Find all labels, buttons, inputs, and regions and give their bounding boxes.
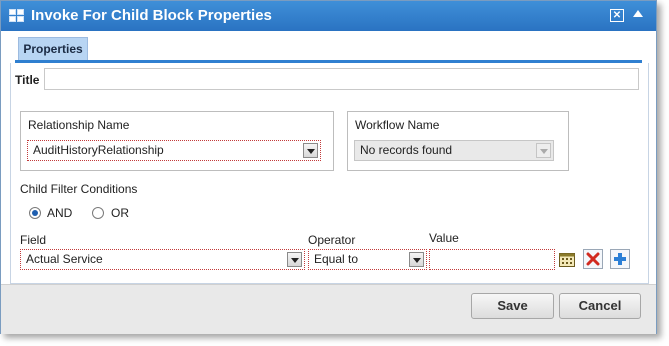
or-label[interactable]: OR — [111, 206, 129, 220]
calendar-icon[interactable] — [558, 250, 578, 270]
title-input[interactable] — [44, 68, 639, 90]
dialog-titlebar[interactable]: Invoke For Child Block Properties ✕ — [1, 1, 656, 31]
add-condition-icon[interactable] — [610, 249, 630, 269]
field-select[interactable]: Actual Service — [20, 249, 305, 270]
value-input[interactable] — [429, 249, 555, 270]
tab-bar: Properties — [15, 37, 642, 63]
field-label: Field — [20, 233, 47, 247]
relationship-group: Relationship Name AuditHistoryRelationsh… — [20, 111, 334, 171]
relationship-select[interactable]: AuditHistoryRelationship — [27, 140, 321, 161]
cancel-button[interactable]: Cancel — [559, 293, 641, 319]
workflow-group: Workflow Name No records found — [347, 111, 569, 171]
grid-icon — [9, 9, 25, 23]
workflow-select[interactable]: No records found — [354, 140, 554, 161]
operator-value: Equal to — [314, 252, 359, 266]
value-label: Value — [429, 231, 459, 245]
delete-condition-icon[interactable] — [583, 249, 603, 269]
chevron-down-icon[interactable] — [287, 252, 302, 267]
dialog-footer: Save Cancel — [1, 284, 656, 334]
relationship-value: AuditHistoryRelationship — [33, 143, 164, 157]
invoke-child-block-dialog: Invoke For Child Block Properties ✕ Prop… — [0, 0, 657, 334]
chevron-down-icon — [536, 143, 551, 158]
workflow-value: No records found — [360, 143, 453, 157]
dialog-title: Invoke For Child Block Properties — [31, 7, 272, 24]
chevron-down-icon[interactable] — [303, 143, 318, 158]
filter-conditions-label: Child Filter Conditions — [20, 182, 138, 196]
or-radio[interactable] — [92, 207, 104, 219]
title-label: Title — [15, 73, 40, 87]
and-radio[interactable] — [29, 207, 41, 219]
tab-properties[interactable]: Properties — [18, 37, 88, 60]
close-icon[interactable]: ✕ — [610, 9, 624, 22]
operator-select[interactable]: Equal to — [308, 249, 427, 270]
collapse-icon[interactable] — [633, 10, 643, 17]
and-label[interactable]: AND — [47, 206, 72, 220]
workflow-label: Workflow Name — [355, 118, 440, 132]
operator-label: Operator — [308, 233, 356, 247]
save-button[interactable]: Save — [471, 293, 554, 319]
chevron-down-icon[interactable] — [409, 252, 424, 267]
relationship-label: Relationship Name — [28, 118, 130, 132]
field-value: Actual Service — [26, 252, 103, 266]
